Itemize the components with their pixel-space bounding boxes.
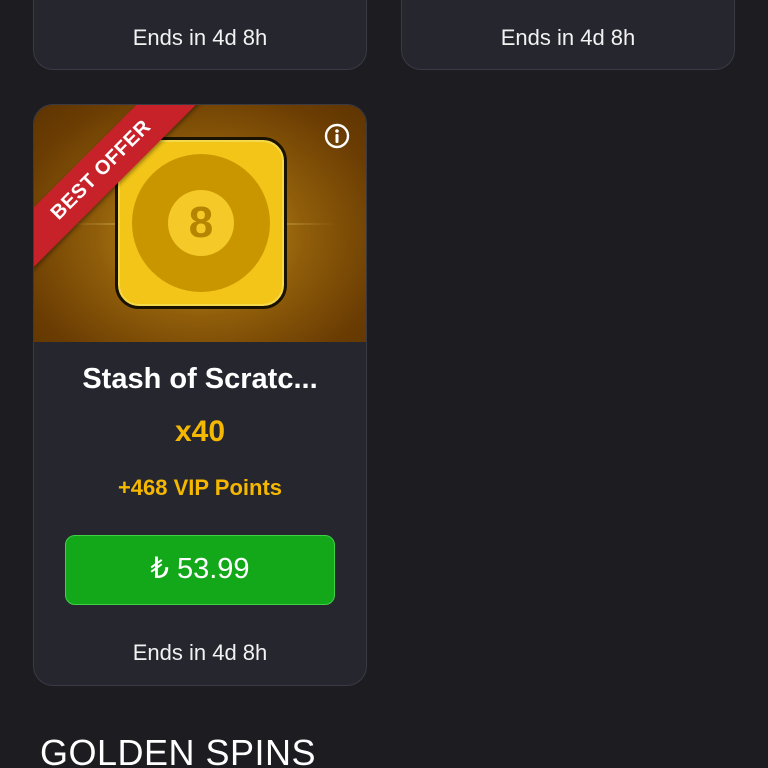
offer-card[interactable]: 8 BEST OFFER Stash of Scratc... x40 +468… — [33, 104, 367, 686]
offer-card-top-right[interactable]: Ends in 4d 8h — [401, 0, 735, 70]
offer-timer: Ends in 4d 8h — [132, 25, 268, 50]
section-heading: GOLDEN SPINS — [40, 732, 317, 768]
buy-button[interactable]: ₺ 53.99 — [65, 535, 335, 605]
offer-timer: Ends in 4d 8h — [500, 25, 636, 50]
eight-ball-icon: 8 — [115, 137, 287, 309]
shop-page: Ends in 4d 8h Ends in 4d 8h 8 BEST OFFER… — [0, 0, 768, 768]
vip-points: +468 VIP Points — [117, 475, 283, 500]
ball-number: 8 — [168, 190, 234, 256]
ball-circle: 8 — [132, 154, 270, 292]
offer-banner: 8 BEST OFFER — [34, 105, 366, 342]
info-icon[interactable] — [324, 123, 350, 149]
offer-card-top-left[interactable]: Ends in 4d 8h — [33, 0, 367, 70]
offer-timer: Ends in 4d 8h — [132, 640, 268, 665]
offer-quantity: x40 — [174, 415, 226, 448]
offer-title: Stash of Scratc... — [82, 363, 318, 395]
